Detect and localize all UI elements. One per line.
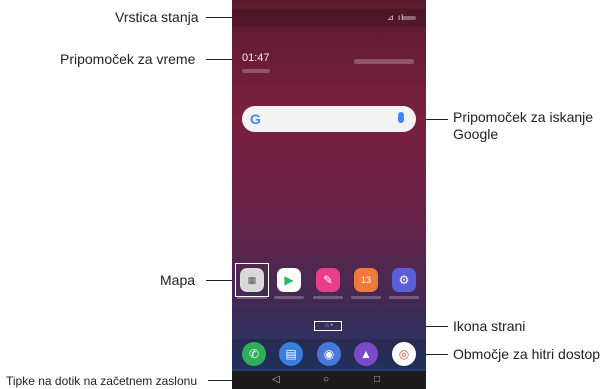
callout-quick-access: Območje za hitri dostop xyxy=(453,346,601,362)
callout-line xyxy=(208,380,234,381)
quick-access-dock: ✆ ▤ ◉ ▲ ◎ xyxy=(232,339,426,369)
quickmemo-icon[interactable]: ✎ xyxy=(316,268,340,292)
google-logo-icon: G xyxy=(250,111,261,127)
callout-status-bar: Vrstica stanja xyxy=(115,9,199,25)
back-button[interactable]: ◁ xyxy=(272,374,280,385)
settings-icon[interactable]: ⚙ xyxy=(392,268,416,292)
callout-folder: Mapa xyxy=(160,272,196,288)
callout-weather-widget: Pripomoček za vreme xyxy=(60,51,196,67)
folder-icon[interactable]: ▦ xyxy=(240,268,264,292)
callout-line xyxy=(340,326,341,327)
home-button[interactable]: ○ xyxy=(323,374,329,385)
navigation-bar: ◁ ○ □ xyxy=(232,371,426,389)
weather-date xyxy=(242,69,270,73)
weather-location xyxy=(354,59,414,64)
google-search-widget[interactable]: G xyxy=(242,106,416,132)
calendar-icon[interactable]: 13 xyxy=(354,268,378,292)
gallery-icon[interactable]: ▲ xyxy=(354,342,378,366)
callout-line xyxy=(206,59,234,60)
status-bar: ⊿ ıl xyxy=(232,9,426,27)
page-indicator[interactable]: ⌂ • xyxy=(316,323,342,331)
weather-time: 01:47 xyxy=(242,52,270,64)
callout-google-widget-line2: Google xyxy=(453,126,499,142)
callout-line xyxy=(206,17,234,18)
phone-icon[interactable]: ✆ xyxy=(242,342,266,366)
callout-home-touch-buttons: Tipke na dotik na začetnem zaslonu xyxy=(6,374,197,388)
recent-apps-button[interactable]: □ xyxy=(374,374,380,385)
callout-google-widget-line1: Pripomoček za iskanje xyxy=(453,109,594,125)
weather-widget[interactable]: 01:47 xyxy=(232,38,426,83)
camera-icon[interactable]: ◉ xyxy=(317,342,341,366)
play-store-icon[interactable]: ▶ xyxy=(277,268,301,292)
chrome-icon[interactable]: ◎ xyxy=(392,342,416,366)
messages-icon[interactable]: ▤ xyxy=(279,342,303,366)
battery-icon xyxy=(402,16,416,20)
mic-icon[interactable] xyxy=(398,112,404,123)
home-apps-row: ▦ ▶ ✎ 13 ⚙ xyxy=(232,266,426,302)
phone-home-screen: ⊿ ıl 01:47 G ▦ ▶ ✎ 13 ⚙ ⌂ • ✆ ▤ ◉ ▲ ◎ ◁ … xyxy=(232,0,426,389)
callout-page-icon: Ikona strani xyxy=(453,318,526,334)
